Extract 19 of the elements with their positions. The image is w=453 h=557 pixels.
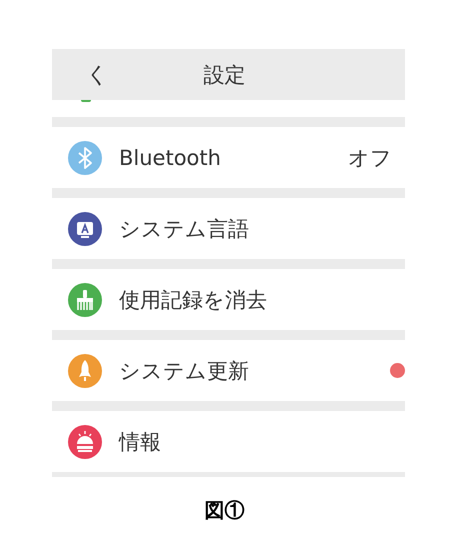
bluetooth-icon xyxy=(68,140,102,174)
settings-row[interactable]: システム更新 xyxy=(52,340,405,401)
row-label: システム言語 xyxy=(119,216,250,242)
row-value: オフ xyxy=(348,144,392,172)
settings-row[interactable]: システム言語 xyxy=(52,198,405,259)
rocket-icon xyxy=(68,354,102,388)
figure-caption: 図① xyxy=(204,499,244,524)
row-label: 情報 xyxy=(119,428,162,456)
settings-row[interactable]: Bluetooth オフ xyxy=(52,127,405,188)
window-icon xyxy=(68,212,102,246)
back-button[interactable]: く xyxy=(80,60,115,90)
row-label: Bluetooth xyxy=(119,146,222,170)
screen-title: 設定 xyxy=(204,62,246,88)
settings-row[interactable]: 使用記録を消去 xyxy=(52,269,405,330)
broom-icon xyxy=(68,282,102,316)
lamp-icon xyxy=(68,424,102,458)
row-label: システム更新 xyxy=(119,358,250,384)
settings-row[interactable]: 情報 xyxy=(52,411,405,472)
row-label: 使用記録を消去 xyxy=(119,286,268,314)
